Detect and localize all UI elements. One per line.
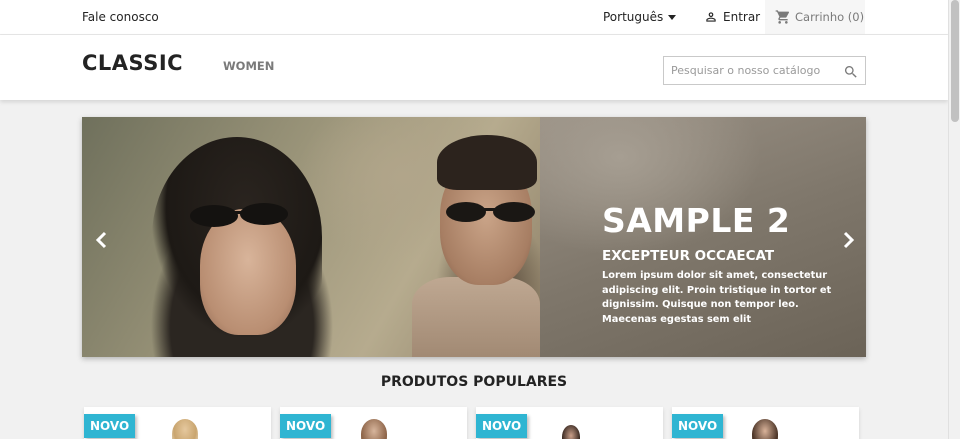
search-box xyxy=(663,56,866,85)
slide-photo-detail xyxy=(437,135,537,190)
search-input[interactable] xyxy=(664,57,836,84)
search-icon[interactable] xyxy=(843,64,859,80)
cart-button[interactable]: Carrinho (0) xyxy=(765,0,865,34)
signin-label: Entrar xyxy=(723,10,761,24)
slide-photo-detail xyxy=(446,202,535,222)
scrollbar-thumb[interactable] xyxy=(951,0,959,122)
product-image xyxy=(562,425,580,439)
site-logo[interactable]: CLASSIC xyxy=(82,51,183,75)
language-selector[interactable]: Português xyxy=(603,10,677,24)
menu-item-women[interactable]: WOMEN xyxy=(223,59,274,73)
user-icon xyxy=(706,12,716,22)
slide-photo-detail xyxy=(190,203,288,227)
site-header: CLASSIC WOMEN xyxy=(0,35,948,100)
language-label: Português xyxy=(603,10,664,24)
product-image xyxy=(172,419,198,439)
page-scrollbar[interactable] xyxy=(948,0,960,439)
slide-photo-detail xyxy=(412,277,540,357)
section-title: PRODUTOS POPULARES xyxy=(380,374,568,390)
product-image xyxy=(361,419,387,439)
slide-description: Lorem ipsum dolor sit amet, consectetur … xyxy=(602,270,832,325)
new-badge: NOVO xyxy=(84,414,136,438)
product-image xyxy=(752,419,778,439)
signin-link[interactable]: Entrar xyxy=(704,10,760,24)
slide-subtitle: EXCEPTEUR OCCAECAT xyxy=(602,248,775,264)
new-badge: NOVO xyxy=(672,414,724,438)
caret-down-icon xyxy=(668,15,677,20)
carousel-prev-icon[interactable] xyxy=(94,231,108,249)
top-nav: Fale conosco Português Entrar Carrinho (… xyxy=(0,0,948,35)
slide-title: SAMPLE 2 xyxy=(602,201,791,240)
new-badge: NOVO xyxy=(476,414,528,438)
carousel-next-icon[interactable] xyxy=(842,231,856,249)
cart-icon xyxy=(775,10,789,24)
cart-label: Carrinho (0) xyxy=(795,10,865,24)
new-badge: NOVO xyxy=(280,414,332,438)
slide-photo-couple xyxy=(82,117,540,357)
contact-link[interactable]: Fale conosco xyxy=(82,10,159,24)
hero-carousel: SAMPLE 2 EXCEPTEUR OCCAECAT Lorem ipsum … xyxy=(82,117,866,357)
